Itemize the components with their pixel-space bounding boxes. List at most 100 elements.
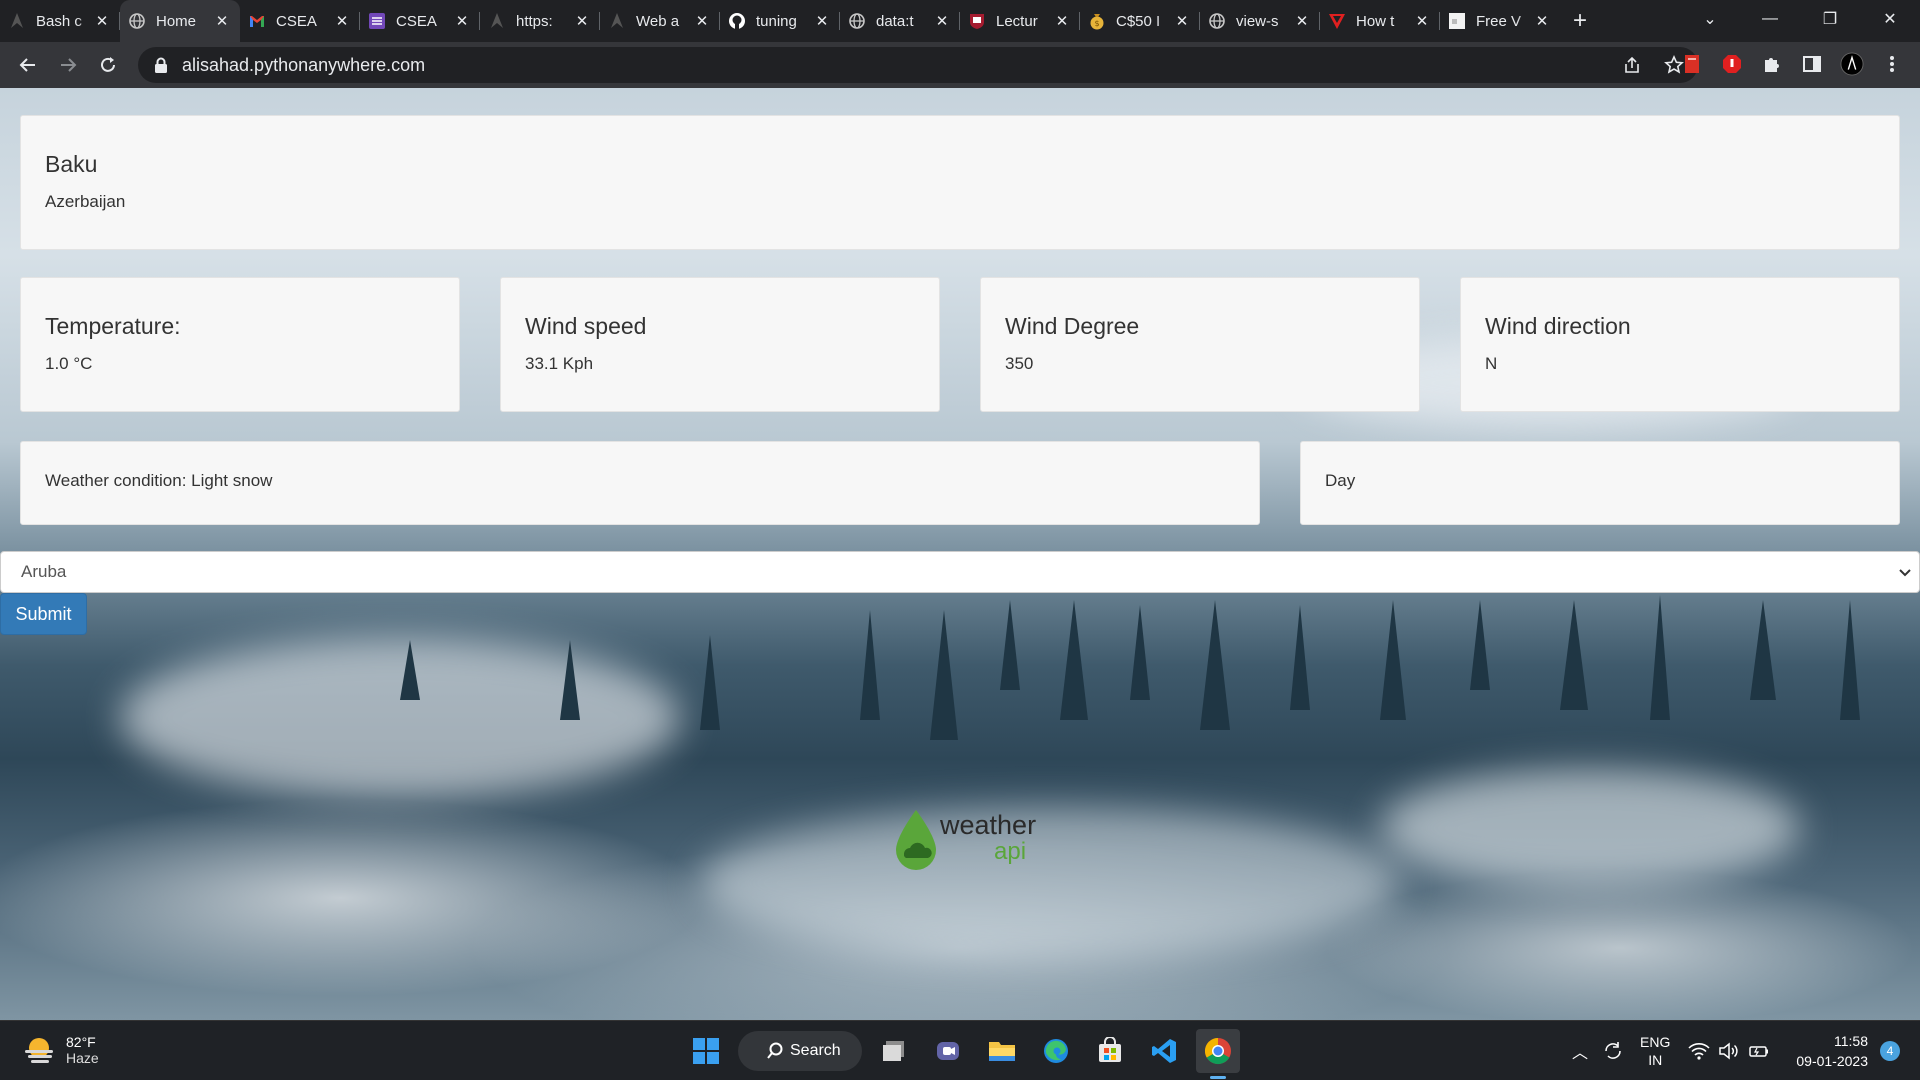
tab-label: Free V [1476,12,1522,30]
card-title: Temperature: [45,313,181,339]
list-icon [369,13,385,29]
close-icon[interactable]: ✕ [934,13,950,30]
tree-silhouette [930,610,958,740]
clock-time: 11:58 [1834,1033,1868,1049]
browser-tab-strip: Bash c ✕ Home ✕ CSEA ✕ CSEA ✕ https: ✕ W… [0,0,1920,42]
bookmark-extension-icon[interactable] [1680,52,1704,76]
region-code: IN [1648,1052,1663,1068]
tab-label: Home [156,12,197,30]
edge-browser-icon[interactable] [1034,1029,1078,1073]
tab-https[interactable]: https: ✕ [480,0,600,42]
taskbar-search[interactable]: Search [738,1031,862,1071]
url-text[interactable]: alisahad.pythonanywhere.com [182,55,425,76]
tab-gmail[interactable]: CSEA ✕ [240,0,360,42]
day-night-card: Day [1300,441,1900,525]
file-explorer-icon[interactable] [980,1029,1024,1073]
sync-icon[interactable] [1602,1040,1624,1062]
tab-c50[interactable]: $ C$50 I ✕ [1080,0,1200,42]
close-icon[interactable]: ✕ [694,13,710,30]
system-tray: ︿ ENG IN 11:58 09-01-2023 4 [1572,1029,1900,1073]
volume-icon[interactable] [1718,1041,1740,1061]
notification-badge[interactable]: 4 [1880,1041,1900,1061]
close-icon[interactable]: ✕ [334,13,350,30]
tab-view-source[interactable]: view-s ✕ [1200,0,1320,42]
day-night-text: Day [1325,471,1356,490]
submit-button[interactable]: Submit [0,593,87,635]
profile-avatar[interactable] [1840,52,1864,76]
side-panel-icon[interactable] [1800,52,1824,76]
windows-start-icon[interactable] [684,1029,728,1073]
taskbar-clock[interactable]: 11:58 09-01-2023 [1796,1031,1868,1071]
forward-icon[interactable] [48,45,88,85]
battery-icon[interactable] [1748,1041,1770,1061]
tab-data[interactable]: data:t ✕ [840,0,960,42]
back-icon[interactable] [8,45,48,85]
gmail-icon [250,16,264,27]
restore-icon[interactable]: ❐ [1800,9,1860,29]
teams-chat-icon[interactable] [926,1029,970,1073]
close-icon[interactable]: ✕ [214,13,230,30]
close-icon[interactable]: ✕ [1414,13,1430,30]
github-dark-icon [11,13,23,28]
location-card: Baku Azerbaijan [20,115,1900,250]
condition-card: Weather condition: Light snow [20,441,1260,525]
tab-label: Bash c [36,12,82,30]
task-view-icon[interactable] [872,1029,916,1073]
close-icon[interactable]: ✕ [1294,13,1310,30]
windows-taskbar: 82°F Haze Search ︿ ENG IN 11:58 09-01-20… [0,1020,1920,1080]
extensions-area [1680,52,1904,76]
tab-lecture[interactable]: Lectur ✕ [960,0,1080,42]
search-label: Search [790,1042,841,1059]
tab-free[interactable]: Free V ✕ [1440,0,1560,42]
haze-sun-icon [25,1038,53,1063]
tab-label: Web a [636,12,680,30]
vscode-icon[interactable] [1142,1029,1186,1073]
card-value: 1.0 °C [45,354,93,373]
minimize-icon[interactable]: — [1740,10,1800,28]
tab-bash[interactable]: Bash c ✕ [0,0,120,42]
card-title: Wind direction [1485,313,1631,339]
tree-silhouette [400,640,420,700]
wind-speed-card: Wind speed 33.1 Kph [500,277,940,412]
close-icon[interactable]: ✕ [1054,13,1070,30]
tab-tuning[interactable]: tuning ✕ [720,0,840,42]
country-select[interactable]: Aruba [0,551,1920,593]
tree-silhouette [1290,605,1310,710]
tab-label: CSEA [276,12,317,30]
new-tab-button[interactable]: + [1560,0,1600,42]
wifi-icon[interactable] [1688,1041,1710,1061]
tab-label: data:t [876,12,914,30]
svg-text:$: $ [1094,19,1099,28]
tab-csea-list[interactable]: CSEA ✕ [360,0,480,42]
lock-icon[interactable] [154,57,168,73]
microsoft-store-icon[interactable] [1088,1029,1132,1073]
close-icon[interactable]: ✕ [454,13,470,30]
close-icon[interactable]: ✕ [814,13,830,30]
github-icon [729,13,745,29]
reload-icon[interactable] [88,45,128,85]
tab-search-icon[interactable]: ⌄ [1680,9,1740,29]
close-window-icon[interactable]: ✕ [1860,9,1920,29]
address-bar[interactable]: alisahad.pythonanywhere.com [138,47,1698,83]
tree-silhouette [1560,600,1588,710]
tab-label: view-s [1236,12,1279,30]
close-icon[interactable]: ✕ [1534,13,1550,30]
language-indicator[interactable]: ENG IN [1640,1033,1670,1069]
chrome-icon[interactable] [1196,1029,1240,1079]
tab-how-to[interactable]: How t ✕ [1320,0,1440,42]
tab-home[interactable]: Home ✕ [120,0,240,42]
close-icon[interactable]: ✕ [574,13,590,30]
adblock-icon[interactable] [1720,52,1744,76]
extensions-puzzle-icon[interactable] [1760,52,1784,76]
page-icon [1449,13,1465,29]
close-icon[interactable]: ✕ [94,13,110,30]
tab-web[interactable]: Web a ✕ [600,0,720,42]
card-title: Wind Degree [1005,313,1140,339]
show-hidden-icons-chevron-icon[interactable]: ︿ [1572,1039,1588,1063]
share-icon[interactable] [1622,55,1642,75]
harvard-icon [970,14,984,29]
close-icon[interactable]: ✕ [1174,13,1190,30]
taskbar-weather-widget[interactable]: 82°F Haze [22,1033,99,1067]
chrome-menu-icon[interactable] [1880,52,1904,76]
taskbar-temperature: 82°F [66,1034,96,1050]
